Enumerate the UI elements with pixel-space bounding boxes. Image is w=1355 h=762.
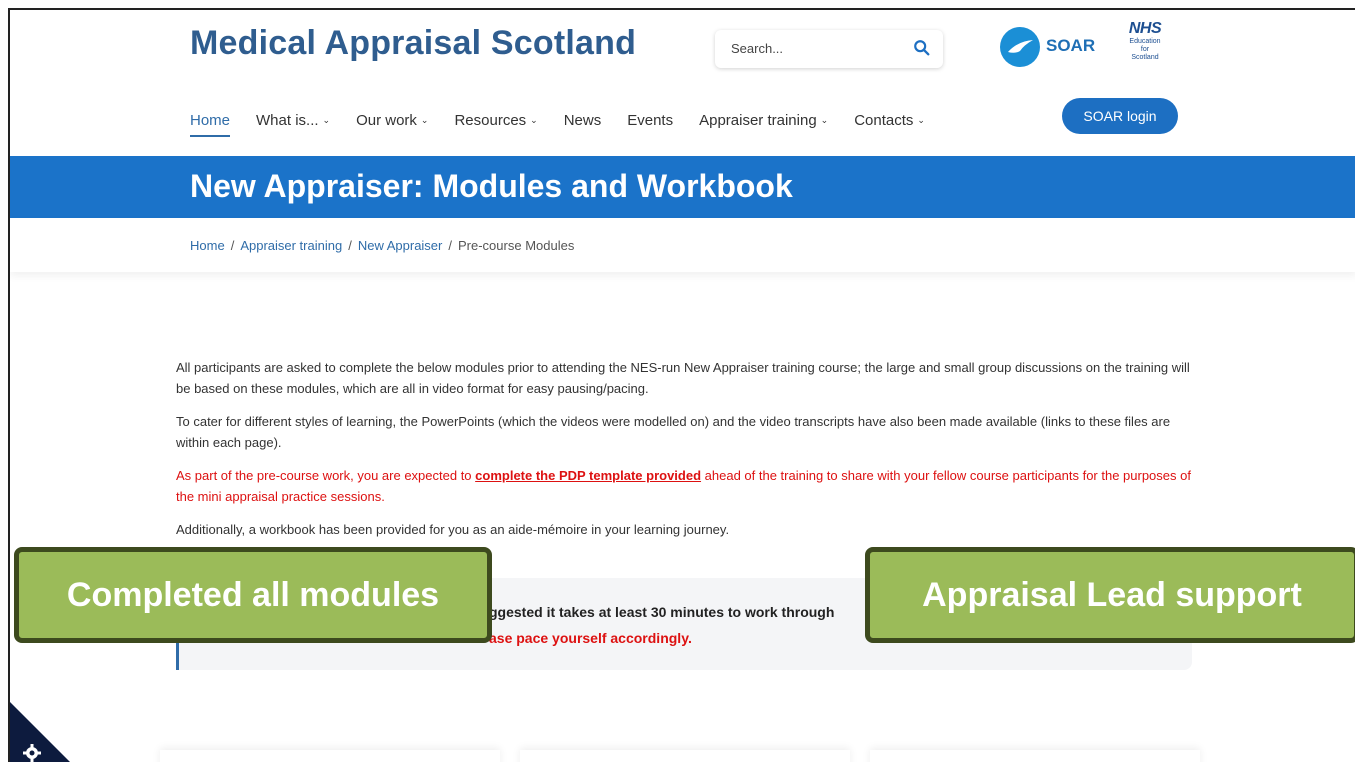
breadcrumb-separator: / (448, 238, 452, 253)
nav-label: Resources (454, 111, 527, 129)
chevron-down-icon: ⌄ (917, 114, 925, 125)
nav-item-home[interactable]: Home (190, 111, 231, 137)
soar-login-button[interactable]: SOAR login (1062, 98, 1178, 134)
breadcrumb-separator: / (230, 238, 235, 253)
breadcrumb-appraiser-training[interactable]: Appraiser training (240, 238, 342, 253)
breadcrumb-home[interactable]: Home (190, 238, 225, 253)
nhs-mark: NHS (1128, 20, 1162, 37)
pdp-notice-paragraph: As part of the pre-course work, you are … (176, 465, 1196, 507)
nav-item-appraiser-training[interactable]: Appraiser training ⌄ (699, 112, 828, 129)
main-content: All participants are asked to complete t… (176, 357, 1196, 552)
pdp-notice-text: As part of the pre-course work, you are … (176, 468, 476, 483)
breadcrumb: Home / Appraiser training / New Appraiser / Pr… (190, 238, 574, 253)
nav-item-what-is[interactable]: What is... ⌄ (256, 112, 330, 129)
soar-logo[interactable]: SOAR (1000, 27, 1100, 67)
nhs-sub-1: Education (1129, 38, 1161, 45)
search-box[interactable]: Search... (715, 30, 943, 68)
accessibility-corner[interactable] (10, 700, 78, 762)
module-card[interactable] (870, 750, 1200, 762)
nav-label: Events (627, 111, 674, 129)
breadcrumb-separator: / (348, 238, 352, 253)
nhs-sub-2: for (1140, 46, 1150, 53)
nhs-education-logo[interactable]: NHS Education for Scotland (1115, 20, 1175, 76)
breadcrumb-current: Pre-course Modules (458, 238, 575, 253)
gear-icon[interactable] (22, 743, 42, 762)
module-card[interactable] (520, 750, 850, 762)
nav-label: Home (190, 111, 231, 129)
chevron-down-icon: ⌄ (420, 114, 429, 125)
nav-label: What is... (256, 111, 319, 129)
search-icon[interactable] (913, 39, 931, 57)
nhs-sub-3: Scotland (1131, 54, 1159, 61)
main-nav: Home What is... ⌄ Our work ⌄ Resources ⌄ Ne… (190, 105, 951, 137)
callout-time-text: ggested it takes at least 30 minutes to … (489, 604, 835, 620)
nav-item-events[interactable]: Events (627, 112, 673, 129)
nav-item-resources[interactable]: Resources ⌄ (454, 112, 537, 129)
nav-label: Contacts (854, 111, 914, 129)
learning-styles-paragraph: To cater for different styles of learnin… (176, 414, 1171, 450)
breadcrumb-new-appraiser[interactable]: New Appraiser (358, 238, 443, 253)
chevron-down-icon: ⌄ (820, 114, 829, 125)
page-frame: Medical Appraisal Scotland Search... SOA… (8, 8, 1355, 762)
module-card[interactable] (160, 750, 500, 762)
search-input[interactable]: Search... (731, 41, 783, 56)
completed-modules-overlay: Completed all modules (14, 547, 492, 643)
nav-label: Our work (356, 111, 417, 129)
chevron-down-icon: ⌄ (530, 114, 538, 125)
soar-logo-text: SOAR (1046, 36, 1096, 55)
soar-logo-icon (1000, 27, 1040, 67)
appraisal-lead-overlay: Appraisal Lead support (865, 547, 1355, 643)
chevron-down-icon: ⌄ (322, 114, 331, 125)
nav-label: Appraiser training (699, 111, 817, 129)
pdp-template-link[interactable]: complete the PDP template provided (475, 468, 701, 483)
page-banner: New Appraiser: Modules and Workbook (10, 156, 1355, 218)
breadcrumb-bar: Home / Appraiser training / New Appraiser / Pr… (10, 218, 1355, 272)
callout-pace-text: ase pace yourself accordingly. (489, 630, 692, 646)
nav-item-news[interactable]: News (564, 112, 602, 129)
site-title[interactable]: Medical Appraisal Scotland (190, 24, 636, 63)
workbook-paragraph: Additionally, a workbook has been provid… (176, 522, 730, 537)
page-title: New Appraiser: Modules and Workbook (190, 168, 793, 204)
nav-item-contacts[interactable]: Contacts ⌄ (854, 112, 925, 129)
nav-label: News (563, 111, 602, 129)
intro-paragraph: All participants are asked to complete t… (176, 360, 1190, 396)
nav-item-our-work[interactable]: Our work ⌄ (356, 112, 428, 129)
